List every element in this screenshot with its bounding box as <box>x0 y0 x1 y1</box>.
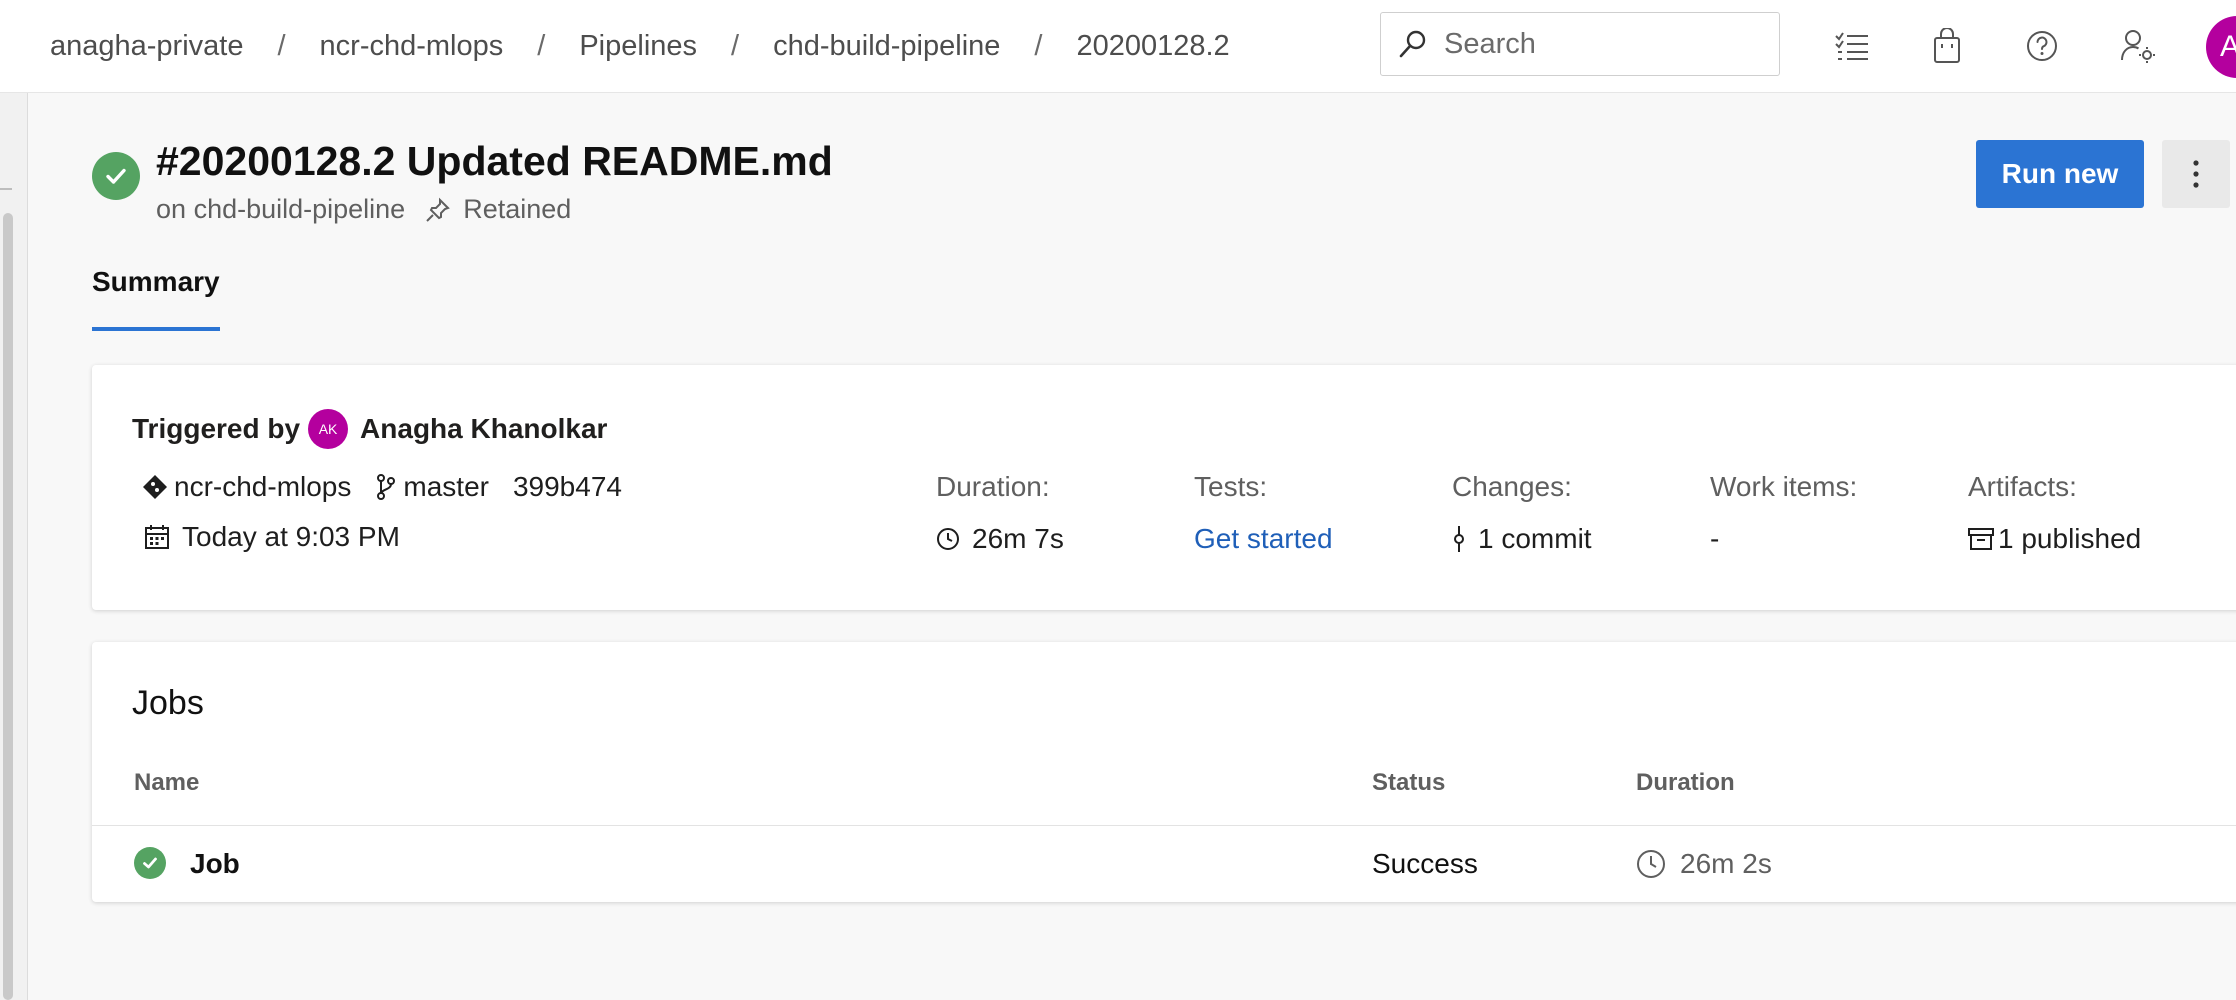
pin-icon <box>425 197 451 223</box>
top-bar: anagha-private / ncr-chd-mlops / Pipelin… <box>0 0 2236 93</box>
breadcrumb-run[interactable]: 20200128.2 <box>1076 30 1229 63</box>
breadcrumb-project[interactable]: ncr-chd-mlops <box>320 30 504 63</box>
changes-stat: Changes: 1 commit <box>1452 471 1592 555</box>
source-row: ncr-chd-mlops master 399b474 <box>142 471 622 503</box>
help-icon[interactable] <box>2018 22 2066 70</box>
work-items-value: - <box>1710 523 1720 554</box>
branch-icon <box>375 473 397 501</box>
work-items-stat: Work items: - <box>1710 471 1857 555</box>
page-title: #20200128.2 Updated README.md <box>156 138 833 184</box>
more-actions-button[interactable] <box>2162 140 2230 208</box>
more-vertical-icon <box>2193 160 2199 188</box>
duration-label: Duration: <box>936 471 1050 502</box>
table-divider <box>92 825 2236 826</box>
breadcrumb-pipelines[interactable]: Pipelines <box>579 30 697 63</box>
run-new-button[interactable]: Run new <box>1976 140 2144 208</box>
run-date: Today at 9:03 PM <box>182 521 400 552</box>
search-icon <box>1399 30 1426 58</box>
job-status: Success <box>1372 848 1478 879</box>
success-status-icon <box>92 152 140 200</box>
duration-value: 26m 7s <box>972 523 1064 554</box>
tests-get-started-link[interactable]: Get started <box>1194 523 1333 555</box>
avatar[interactable]: A <box>2206 16 2236 78</box>
artifact-box-icon <box>1968 527 1994 551</box>
date-row: Today at 9:03 PM <box>144 521 400 553</box>
changes-label: Changes: <box>1452 471 1572 502</box>
duration-stat: Duration: 26m 7s <box>936 471 1064 555</box>
search-box[interactable] <box>1380 12 1780 76</box>
marketplace-bag-icon[interactable] <box>1923 22 1971 70</box>
work-items-label: Work items: <box>1710 471 1858 502</box>
work-items-list-icon[interactable] <box>1828 22 1876 70</box>
commit-link[interactable]: 399b474 <box>513 471 622 503</box>
tests-stat: Tests: Get started <box>1194 471 1333 555</box>
column-header-duration: Duration <box>1636 769 1735 796</box>
tests-label: Tests: <box>1194 471 1268 502</box>
breadcrumb-separator: / <box>277 30 286 62</box>
branch-link[interactable]: master <box>403 471 489 503</box>
scrollbar-thumb[interactable] <box>3 213 13 1000</box>
pipeline-prefix: on <box>156 194 187 224</box>
repo-icon <box>142 474 168 500</box>
artifacts-link[interactable]: 1 published <box>1998 523 2141 555</box>
commit-icon <box>1452 526 1466 552</box>
breadcrumb-separator: / <box>1034 30 1043 62</box>
summary-card: Triggered by AK Anagha Khanolkar ncr-chd… <box>92 365 2236 610</box>
tab-active-indicator <box>92 327 220 331</box>
job-name[interactable]: Job <box>190 848 240 880</box>
job-duration: 26m 2s <box>1636 848 1772 880</box>
jobs-title: Jobs <box>132 684 204 722</box>
avatar: AK <box>308 409 349 449</box>
clock-icon <box>936 527 960 551</box>
jobs-card: Jobs Name Status Duration Job Success 26… <box>92 642 2236 902</box>
breadcrumb-pipeline[interactable]: chd-build-pipeline <box>773 30 1000 63</box>
user-settings-icon[interactable] <box>2114 22 2162 70</box>
retained-label: Retained <box>463 194 572 224</box>
tab-summary[interactable]: Summary <box>92 266 220 298</box>
search-input[interactable] <box>1444 27 1764 61</box>
breadcrumb-org[interactable]: anagha-private <box>50 30 243 63</box>
pipeline-link[interactable]: chd-build-pipeline <box>194 194 406 225</box>
job-duration-value: 26m 2s <box>1680 848 1772 879</box>
breadcrumb-separator: / <box>537 30 546 62</box>
artifacts-stat: Artifacts: 1 published <box>1968 471 2141 555</box>
triggered-by: Triggered by AK Anagha Khanolkar <box>132 409 607 449</box>
left-scrollbar[interactable] <box>0 93 28 1000</box>
calendar-icon <box>144 524 170 550</box>
artifacts-label: Artifacts: <box>1968 471 2077 502</box>
column-header-status: Status <box>1372 769 1446 796</box>
breadcrumb: anagha-private / ncr-chd-mlops / Pipelin… <box>50 0 1230 93</box>
breadcrumb-separator: / <box>731 30 740 62</box>
clock-icon <box>1636 849 1666 879</box>
run-subtitle: on chd-build-pipeline Retained <box>156 194 571 225</box>
triggered-by-label: Triggered by <box>132 413 301 444</box>
success-status-icon <box>134 847 166 879</box>
rail-divider <box>0 188 12 190</box>
changes-link[interactable]: 1 commit <box>1478 523 1592 555</box>
repo-link[interactable]: ncr-chd-mlops <box>174 471 351 503</box>
triggered-by-name[interactable]: Anagha Khanolkar <box>360 413 607 445</box>
column-header-name: Name <box>134 769 200 796</box>
